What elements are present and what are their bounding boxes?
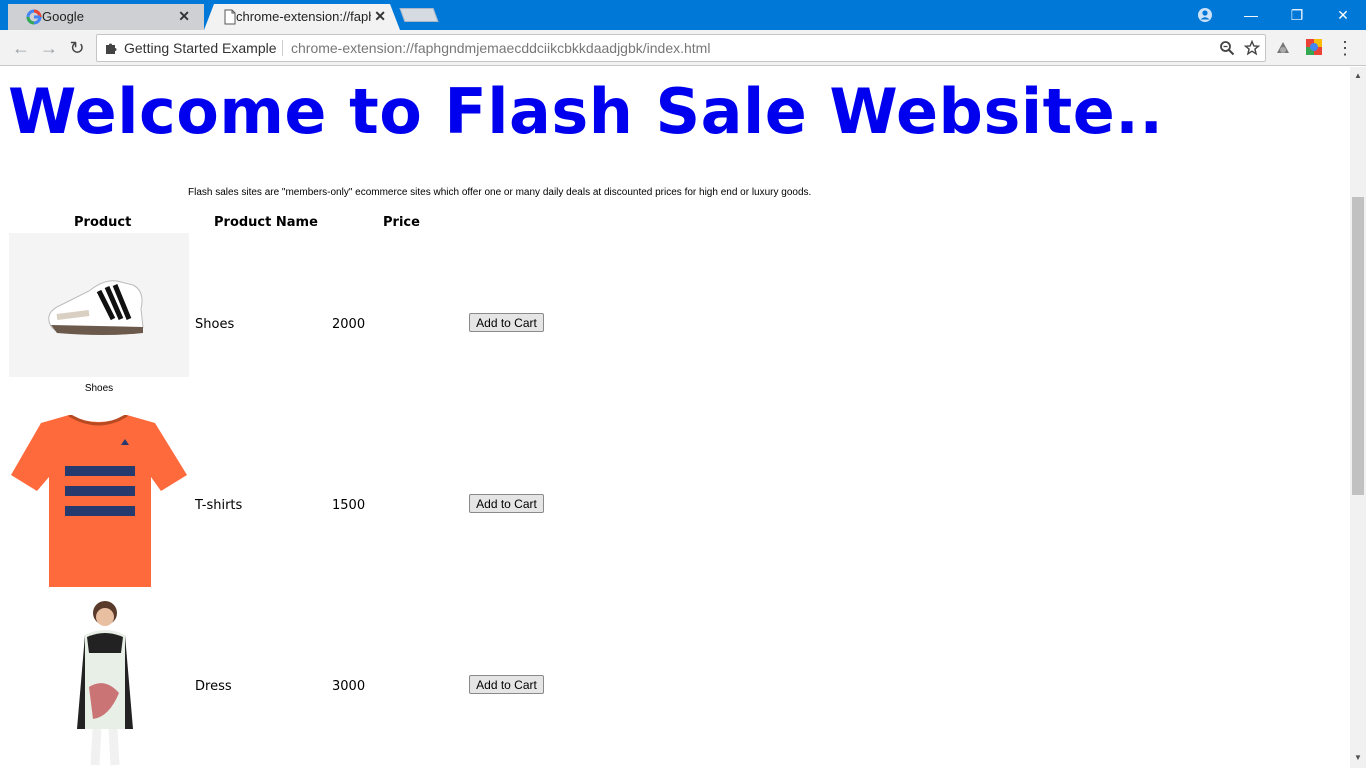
title-bar: Google ✕ chrome-extension://faphgndmjema… — [0, 0, 1366, 30]
tab-title: chrome-extension://faphgndmjemaecddciikc… — [236, 9, 371, 24]
add-to-cart-button[interactable]: Add to Cart — [469, 675, 544, 694]
forward-button[interactable]: → — [38, 37, 60, 59]
tab-extension[interactable]: chrome-extension://faphgndmjemaecddciikc… — [204, 4, 400, 30]
product-name: Shoes — [195, 317, 235, 332]
extension-icon[interactable] — [1274, 39, 1292, 57]
scroll-down-arrow[interactable]: ▼ — [1350, 749, 1366, 765]
product-name: Dress — [195, 679, 232, 694]
product-name: T-shirts — [195, 498, 243, 513]
profile-icon[interactable] — [1197, 7, 1213, 23]
product-caption: Shoes — [84, 383, 114, 394]
extension-color-icon[interactable] — [1305, 38, 1323, 56]
close-tab-icon[interactable]: ✕ — [374, 8, 386, 25]
header-product: Product — [74, 215, 132, 230]
shoe-image — [9, 233, 189, 377]
tab-google[interactable]: Google ✕ — [8, 4, 204, 30]
header-price: Price — [383, 215, 420, 230]
intro-text: Flash sales sites are "members-only" eco… — [188, 187, 812, 198]
add-to-cart-button[interactable]: Add to Cart — [469, 494, 544, 513]
tab-title: Google — [42, 9, 84, 24]
url-text[interactable]: chrome-extension://faphgndmjemaecddciikc… — [291, 40, 710, 56]
browser-toolbar: ← → ↻ Getting Started Example chrome-ext… — [0, 30, 1366, 66]
back-button[interactable]: ← — [10, 37, 32, 59]
zoom-icon[interactable] — [1219, 40, 1235, 56]
scroll-thumb[interactable] — [1352, 197, 1364, 495]
page-scrollbar[interactable]: ▲ ▼ — [1350, 67, 1366, 768]
menu-icon[interactable]: ⋮ — [1334, 37, 1356, 59]
reload-button[interactable]: ↻ — [66, 37, 88, 59]
page-title: Welcome to Flash Sale Website.. — [8, 75, 1164, 148]
address-bar[interactable]: Getting Started Example chrome-extension… — [96, 34, 1266, 62]
tshirt-image — [11, 415, 187, 587]
star-icon[interactable] — [1244, 40, 1260, 56]
address-separator — [282, 40, 283, 56]
google-icon — [26, 9, 42, 25]
close-tab-icon[interactable]: ✕ — [178, 8, 190, 25]
restore-button[interactable]: ❐ — [1274, 0, 1320, 30]
add-to-cart-button[interactable]: Add to Cart — [469, 313, 544, 332]
new-tab-button[interactable] — [399, 8, 439, 22]
site-label: Getting Started Example — [124, 40, 277, 56]
product-price: 3000 — [332, 679, 366, 694]
puzzle-icon — [106, 43, 117, 54]
scroll-up-arrow[interactable]: ▲ — [1350, 67, 1366, 83]
minimize-button[interactable]: — — [1228, 0, 1274, 30]
page-content: Welcome to Flash Sale Website.. Flash sa… — [0, 67, 1350, 768]
close-window-button[interactable]: ✕ — [1320, 0, 1366, 30]
product-price: 2000 — [332, 317, 366, 332]
product-price: 1500 — [332, 498, 366, 513]
header-product-name: Product Name — [214, 215, 318, 230]
dress-image — [77, 601, 133, 766]
